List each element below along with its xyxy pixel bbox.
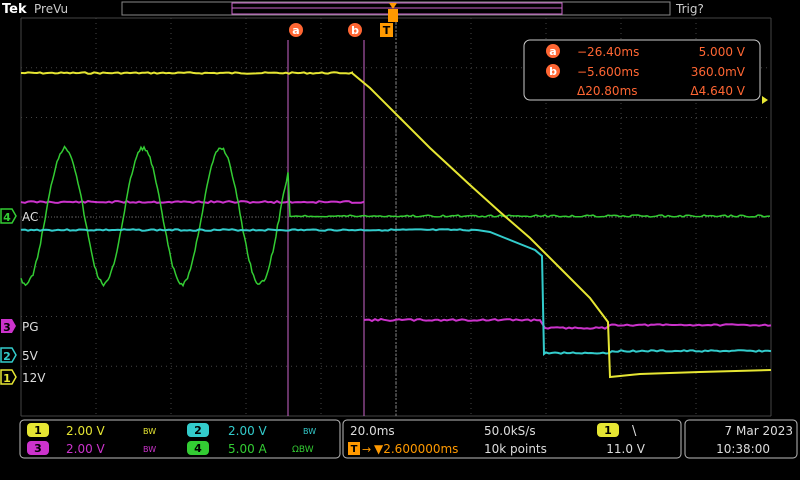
channel-marker-ch2[interactable]: 2 5V	[0, 347, 39, 363]
readout-b-icon: b	[549, 65, 557, 78]
trigger-position-label: T	[383, 24, 391, 37]
readout-a-icon: a	[549, 45, 556, 58]
trigger-level-icon[interactable]	[762, 96, 768, 104]
ch3-bw-limit: BW	[143, 445, 156, 454]
svg-text:T: T	[351, 444, 358, 455]
brand-logo: Tek	[2, 2, 27, 17]
ch1-bw-limit: BW	[143, 427, 156, 436]
channel-marker-ch3[interactable]: 3 PG	[1, 319, 39, 334]
datetime-box: 7 Mar 2023 10:38:00	[684, 419, 798, 459]
clock-time: 10:38:00	[716, 442, 770, 456]
cursor-b-label: b	[351, 24, 359, 37]
readout-a-time: −26.40ms	[577, 45, 639, 59]
svg-text:1: 1	[34, 424, 42, 437]
header-bar: Tek PreVu Trig?	[2, 1, 704, 17]
svg-text:1: 1	[604, 424, 612, 437]
record-length: 10k points	[484, 442, 547, 456]
ch2-scale: 2.00 V	[228, 424, 268, 438]
channel-label-ch3: PG	[22, 320, 39, 334]
cursor-b-marker[interactable]: b	[348, 23, 362, 37]
timebase: 20.0ms	[350, 424, 395, 438]
cursor-a-label: a	[292, 24, 299, 37]
cursor-readout-box: a −26.40ms 5.000 V b −5.600ms 360.0mV Δ2…	[523, 39, 761, 101]
trigger-status: Trig?	[675, 2, 704, 16]
ch3-scale: 2.00 V	[66, 442, 106, 456]
readout-a-value: 5.000 V	[699, 45, 746, 59]
channel-label-ch1: 12V	[22, 371, 46, 385]
ch1-scale: 2.00 V	[66, 424, 106, 438]
cursor-a-marker[interactable]: a	[289, 23, 303, 37]
svg-text:3: 3	[34, 442, 42, 455]
oscilloscope-screen: Tek PreVu Trig? a b T 4 AC 3 PG 2 5V 1 1…	[0, 1, 798, 459]
readout-delta-value: Δ4.640 V	[690, 84, 745, 98]
channel-label-ch2: 5V	[22, 349, 39, 363]
status-bar: 1 2.00 V BW 2 2.00 V BW 3 2.00 V BW 4 5.…	[19, 419, 798, 459]
ch4-scale: 5.00 A	[228, 442, 268, 456]
svg-text:1: 1	[3, 372, 11, 385]
svg-text:4: 4	[3, 211, 11, 224]
channel-marker-ch4[interactable]: 4 AC	[0, 208, 38, 224]
channel-marker-ch1[interactable]: 1 12V	[0, 369, 46, 385]
horizontal-trigger-box[interactable]: 20.0ms 50.0kS/s T → ▼2.600000ms 10k poin…	[342, 419, 682, 459]
readout-b-time: −5.600ms	[577, 65, 639, 79]
svg-text:2: 2	[3, 350, 11, 363]
trigger-level: 11.0 V	[606, 442, 646, 456]
readout-delta-time: Δ20.80ms	[577, 84, 638, 98]
delay-arrow-icon: →	[362, 443, 371, 456]
cursor-lines[interactable]	[287, 40, 365, 416]
date: 7 Mar 2023	[725, 424, 793, 438]
ch4-bw-limit: ΩBW	[292, 445, 314, 455]
vertical-settings-box[interactable]: 1 2.00 V BW 2 2.00 V BW 3 2.00 V BW 4 5.…	[19, 419, 341, 459]
channel-label-ch4: AC	[22, 210, 38, 224]
readout-b-value: 360.0mV	[691, 65, 746, 79]
svg-text:3: 3	[3, 321, 11, 334]
svg-text:2: 2	[194, 424, 202, 437]
svg-text:4: 4	[194, 442, 202, 455]
horizontal-delay: ▼2.600000ms	[374, 442, 458, 456]
trigger-slope-falling-icon: \	[632, 424, 637, 439]
ch2-bw-limit: BW	[303, 427, 316, 436]
acquisition-mode: PreVu	[34, 2, 68, 16]
sample-rate: 50.0kS/s	[484, 424, 536, 438]
trigger-flag-icon	[388, 9, 398, 22]
